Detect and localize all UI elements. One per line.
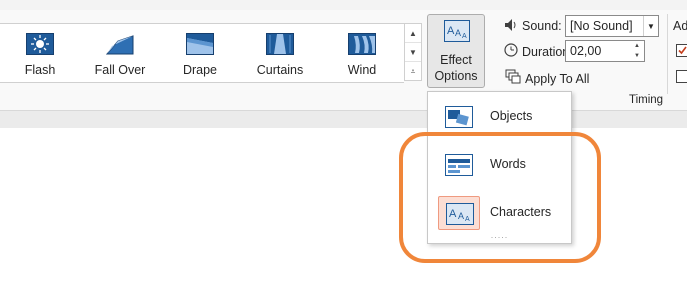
svg-text:A: A [462,33,467,40]
duration-value: 02,00 [570,44,602,58]
transition-label: Fall Over [94,63,146,77]
advance-slide-label: Ad [673,19,687,33]
objects-effect-icon [438,100,480,134]
transition-label: Curtains [256,63,304,77]
apply-to-all-icon [505,69,521,84]
svg-text:A: A [455,28,461,38]
timing-group-label: Timing [629,94,664,106]
fall-over-transition-icon [106,35,134,55]
transition-drape[interactable]: Drape [160,24,240,82]
gallery-scroll-down-button[interactable]: ▼ [405,43,421,62]
chevron-down-icon[interactable]: ▼ [643,16,658,36]
after-checkbox[interactable] [676,70,687,83]
gallery-scroll: ▲ ▼ ⩡ [404,23,422,81]
gallery-more-button[interactable]: ⩡ [405,62,421,81]
drape-transition-icon [186,33,214,55]
content-separator-band [0,111,687,128]
effect-option-label: Objects [490,109,533,123]
on-click-checkbox[interactable] [676,44,687,57]
sound-select[interactable]: [No Sound] ▼ [565,15,659,37]
sound-label: Sound: [522,19,562,33]
curtains-transition-icon [266,33,294,55]
transition-label: Flash [24,63,56,77]
effect-options-label-line1: Effect [440,53,472,67]
effect-option-objects[interactable]: Objects [434,96,566,136]
sound-value: [No Sound] [570,19,633,33]
flash-transition-icon [26,33,54,55]
transition-fall-over[interactable]: Fall Over [80,24,160,82]
effect-options-icon: A A A [444,20,470,42]
transition-label: Drape [182,63,218,77]
wind-transition-icon [348,33,376,55]
group-separator [667,14,668,94]
duration-input[interactable]: 02,00 ▲ ▼ [565,40,645,62]
transition-flash[interactable]: Flash [0,24,80,82]
transition-wind[interactable]: Wind [322,24,402,82]
ribbon-top-strip [0,0,687,10]
annotation-highlight-circle [399,132,601,263]
gallery-scroll-up-button[interactable]: ▲ [405,24,421,43]
transition-curtains[interactable]: Curtains [240,24,320,82]
transition-label: Wind [347,63,377,77]
transition-gallery: Flash Fall Over Drape Curtains Wind [0,23,404,83]
speaker-icon [505,19,516,31]
effect-options-button[interactable]: A A A Effect Options ⌄ [427,14,485,98]
duration-spinner[interactable]: ▲ ▼ [630,41,644,61]
clock-icon [504,43,518,57]
svg-text:A: A [447,25,455,37]
apply-to-all-button[interactable]: Apply To All [525,72,589,86]
